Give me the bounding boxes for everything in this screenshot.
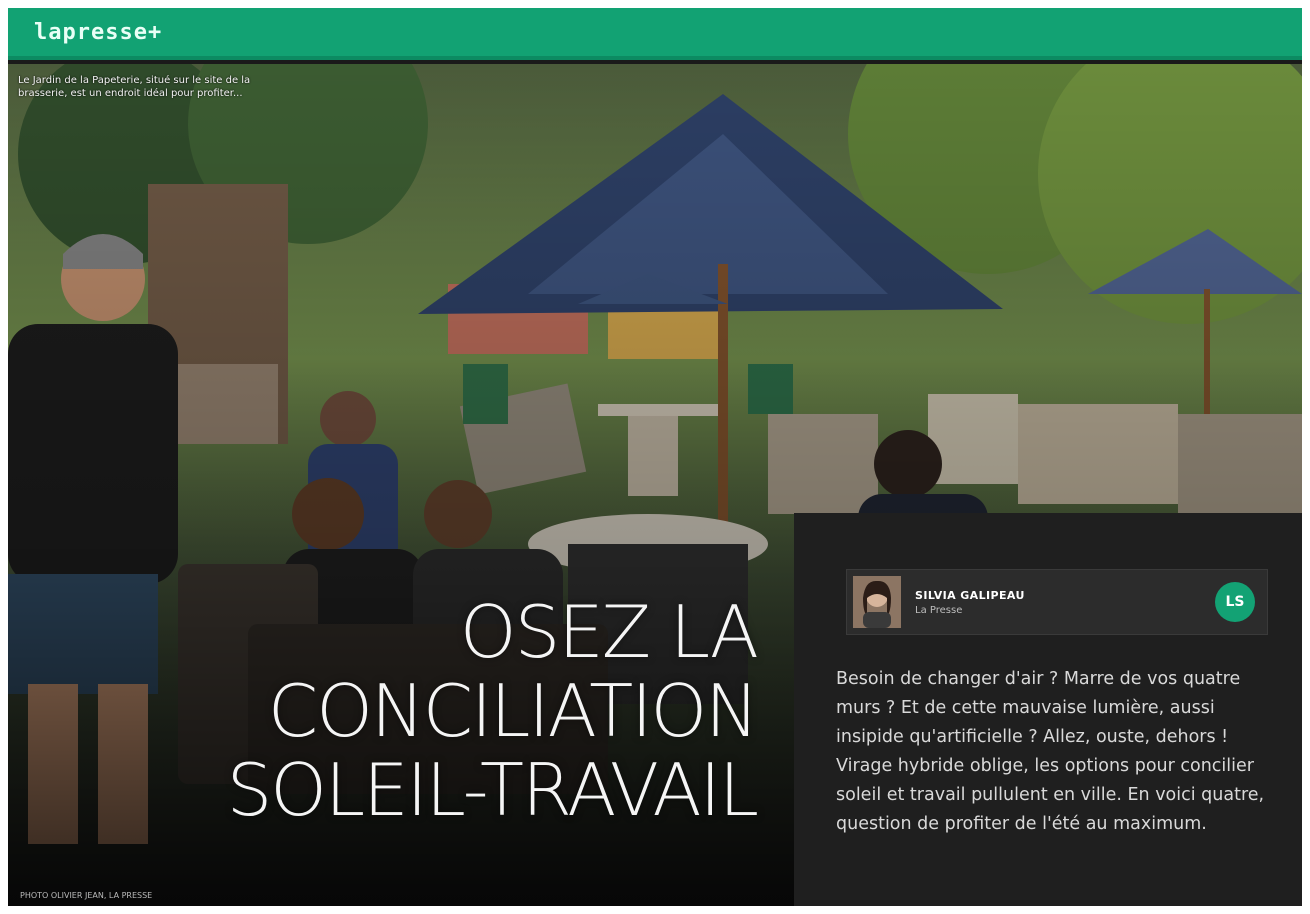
brand-logo[interactable]: lapresse+	[34, 20, 162, 45]
article-headline: OSEZ LA CONCILIATION SOLEIL-TRAVAIL	[226, 590, 759, 832]
lead-panel: SILVIA GALIPEAU La Presse LS Besoin de c…	[794, 513, 1302, 906]
author-photo-icon	[853, 576, 901, 628]
article-lead: Besoin de changer d'air ? Marre de vos q…	[836, 669, 1265, 834]
photo-caption: Le Jardin de la Papeterie, situé sur le …	[18, 75, 251, 99]
author-initials-badge[interactable]: LS	[1215, 582, 1255, 622]
headline-line-2: CONCILIATION	[267, 669, 759, 753]
headline-line-3: SOLEIL-TRAVAIL	[226, 748, 759, 832]
headline-line-1: OSEZ LA	[459, 590, 759, 674]
photo-credit: PHOTO OLIVIER JEAN, LA PRESSE	[20, 891, 153, 900]
top-bar: lapresse+	[8, 8, 1302, 60]
author-publication: La Presse	[915, 604, 963, 616]
author-name: SILVIA GALIPEAU	[915, 588, 1025, 602]
author-avatar	[853, 576, 901, 628]
author-card[interactable]: SILVIA GALIPEAU La Presse LS	[846, 569, 1268, 635]
article-frame: lapresse+ Le Jardin de la Papeterie, sit…	[8, 8, 1302, 906]
